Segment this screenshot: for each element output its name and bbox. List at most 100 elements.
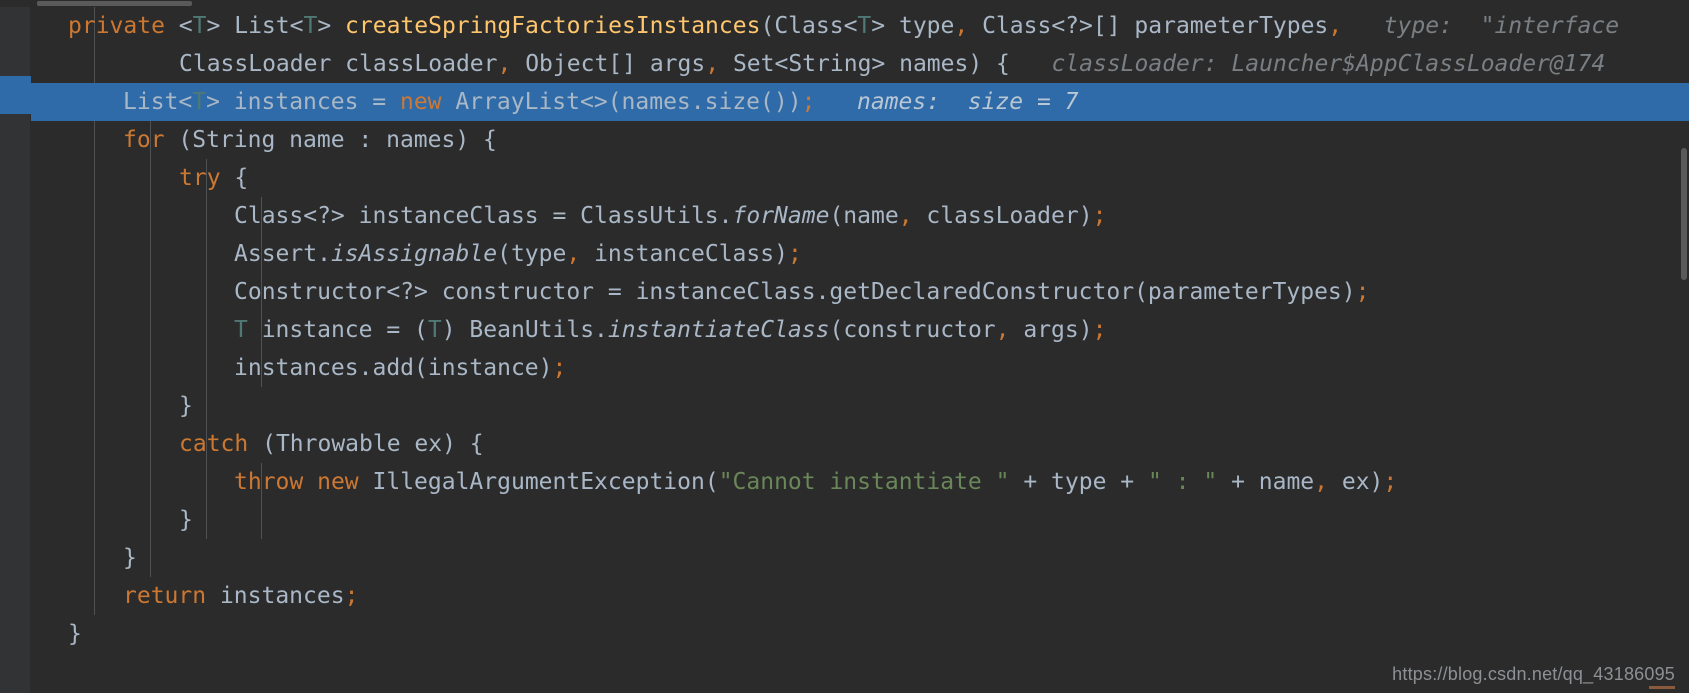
code-line[interactable]: } [31, 501, 1689, 539]
code-token: , [898, 203, 913, 229]
static-method-token: instantiateClass [607, 317, 830, 343]
code-token: Object[] args [511, 51, 706, 77]
keyword-token: private [68, 13, 165, 39]
code-token: Class [774, 13, 844, 39]
code-area[interactable]: private <T> List<T> createSpringFactorie… [31, 7, 1689, 693]
code-token: Class<?> instanceClass = ClassUtils. [234, 203, 733, 229]
code-token: } [68, 621, 82, 647]
code-token: instance = ( [247, 317, 428, 343]
keyword-token: throw [234, 469, 304, 495]
keyword-token: catch [179, 431, 249, 457]
vertical-scrollbar-thumb[interactable] [1681, 148, 1687, 280]
watermark-url: https://blog.csdn.net/qq_43186095 [1392, 664, 1675, 684]
string-token: "Cannot instantiate " [718, 469, 1010, 495]
code-token: (type [497, 241, 567, 267]
code-line[interactable]: throw new IllegalArgumentException("Cann… [31, 463, 1689, 501]
code-token: , [1314, 469, 1329, 495]
code-token: instances [206, 583, 345, 609]
inline-debugger-hint: names: size = 7 [856, 89, 1079, 115]
code-line[interactable]: ClassLoader classLoader, Object[] args, … [31, 45, 1689, 83]
code-line[interactable]: } [31, 615, 1689, 653]
code-token: ex) [1328, 469, 1384, 495]
type-parameter-token: T [192, 13, 207, 39]
code-token: args) [1009, 317, 1093, 343]
keyword-token: return [123, 583, 207, 609]
code-token: + name [1217, 469, 1315, 495]
code-line-current[interactable]: List<T> instances = new ArrayList<>(name… [31, 83, 1689, 121]
code-token: ; [1092, 317, 1107, 343]
code-line[interactable]: for (String name : names) { [31, 121, 1689, 159]
code-token: ; [1092, 203, 1107, 229]
code-token: List [234, 13, 290, 39]
keyword-token: for [123, 127, 165, 153]
code-token: (String name : names) { [164, 127, 497, 153]
type-parameter-token: T [234, 317, 248, 343]
code-token: ArrayList<>(names.size()) [441, 89, 802, 115]
code-token: , [705, 51, 720, 77]
code-line[interactable]: Constructor<?> constructor = instanceCla… [31, 273, 1689, 311]
code-token: ; [552, 355, 567, 381]
code-token: > type [871, 13, 955, 39]
code-line[interactable]: Class<?> instanceClass = ClassUtils.forN… [31, 197, 1689, 235]
code-line[interactable]: instances.add(instance); [31, 349, 1689, 387]
code-token: Set<String> names) { [719, 51, 1010, 77]
code-token: > instances = [206, 89, 400, 115]
code-token: ( [760, 13, 775, 39]
horizontal-scrollbar-thumb[interactable] [37, 1, 192, 6]
code-token: , [995, 317, 1010, 343]
code-token: } [179, 393, 193, 419]
type-parameter-token: T [427, 317, 442, 343]
code-token: < [178, 13, 193, 39]
code-token: ClassLoader classLoader [179, 51, 498, 77]
code-token: , [1328, 13, 1343, 39]
code-line[interactable]: private <T> List<T> createSpringFactorie… [31, 7, 1689, 45]
keyword-token: new [317, 469, 359, 495]
code-token: > [317, 13, 346, 39]
code-token: ; [1383, 469, 1398, 495]
code-token: ; [344, 583, 359, 609]
code-token: ; [1355, 279, 1370, 305]
inline-debugger-hint: type: "interface [1383, 13, 1620, 39]
code-token: IllegalArgumentException( [358, 469, 719, 495]
code-token: Assert. [234, 241, 331, 267]
code-token: { [220, 165, 249, 191]
code-token: ; [801, 89, 816, 115]
vertical-scrollbar[interactable] [1680, 0, 1689, 693]
static-method-token: forName [732, 203, 830, 229]
code-token: instances.add(instance) [234, 355, 553, 381]
code-editor[interactable]: private <T> List<T> createSpringFactorie… [0, 0, 1689, 693]
code-token: + type + [1009, 469, 1148, 495]
code-token: ) BeanUtils. [441, 317, 608, 343]
type-parameter-token: T [192, 89, 207, 115]
code-token: < [289, 13, 304, 39]
code-line[interactable]: try { [31, 159, 1689, 197]
type-parameter-token: T [303, 13, 318, 39]
horizontal-scrollbar[interactable] [0, 0, 1689, 7]
code-token: , [497, 51, 512, 77]
code-token: , [566, 241, 581, 267]
code-line[interactable]: catch (Throwable ex) { [31, 425, 1689, 463]
watermark-underline [1649, 686, 1675, 689]
code-lines[interactable]: private <T> List<T> createSpringFactorie… [31, 7, 1689, 653]
code-token: > [206, 13, 235, 39]
type-parameter-token: T [857, 13, 872, 39]
code-line[interactable]: return instances; [31, 577, 1689, 615]
keyword-token: try [179, 165, 221, 191]
code-token: classLoader) [912, 203, 1093, 229]
method-name-token: createSpringFactoriesInstances [345, 13, 761, 39]
code-line[interactable]: } [31, 387, 1689, 425]
code-line[interactable]: } [31, 539, 1689, 577]
code-token: (constructor [829, 317, 996, 343]
code-token: (name [829, 203, 899, 229]
code-token: } [179, 507, 193, 533]
code-token: Class<?>[] parameterTypes [968, 13, 1329, 39]
code-line[interactable]: T instance = (T) BeanUtils.instantiateCl… [31, 311, 1689, 349]
current-line-gutter-highlight [0, 76, 31, 114]
code-line[interactable]: Assert.isAssignable(type, instanceClass)… [31, 235, 1689, 273]
code-token: , [954, 13, 969, 39]
